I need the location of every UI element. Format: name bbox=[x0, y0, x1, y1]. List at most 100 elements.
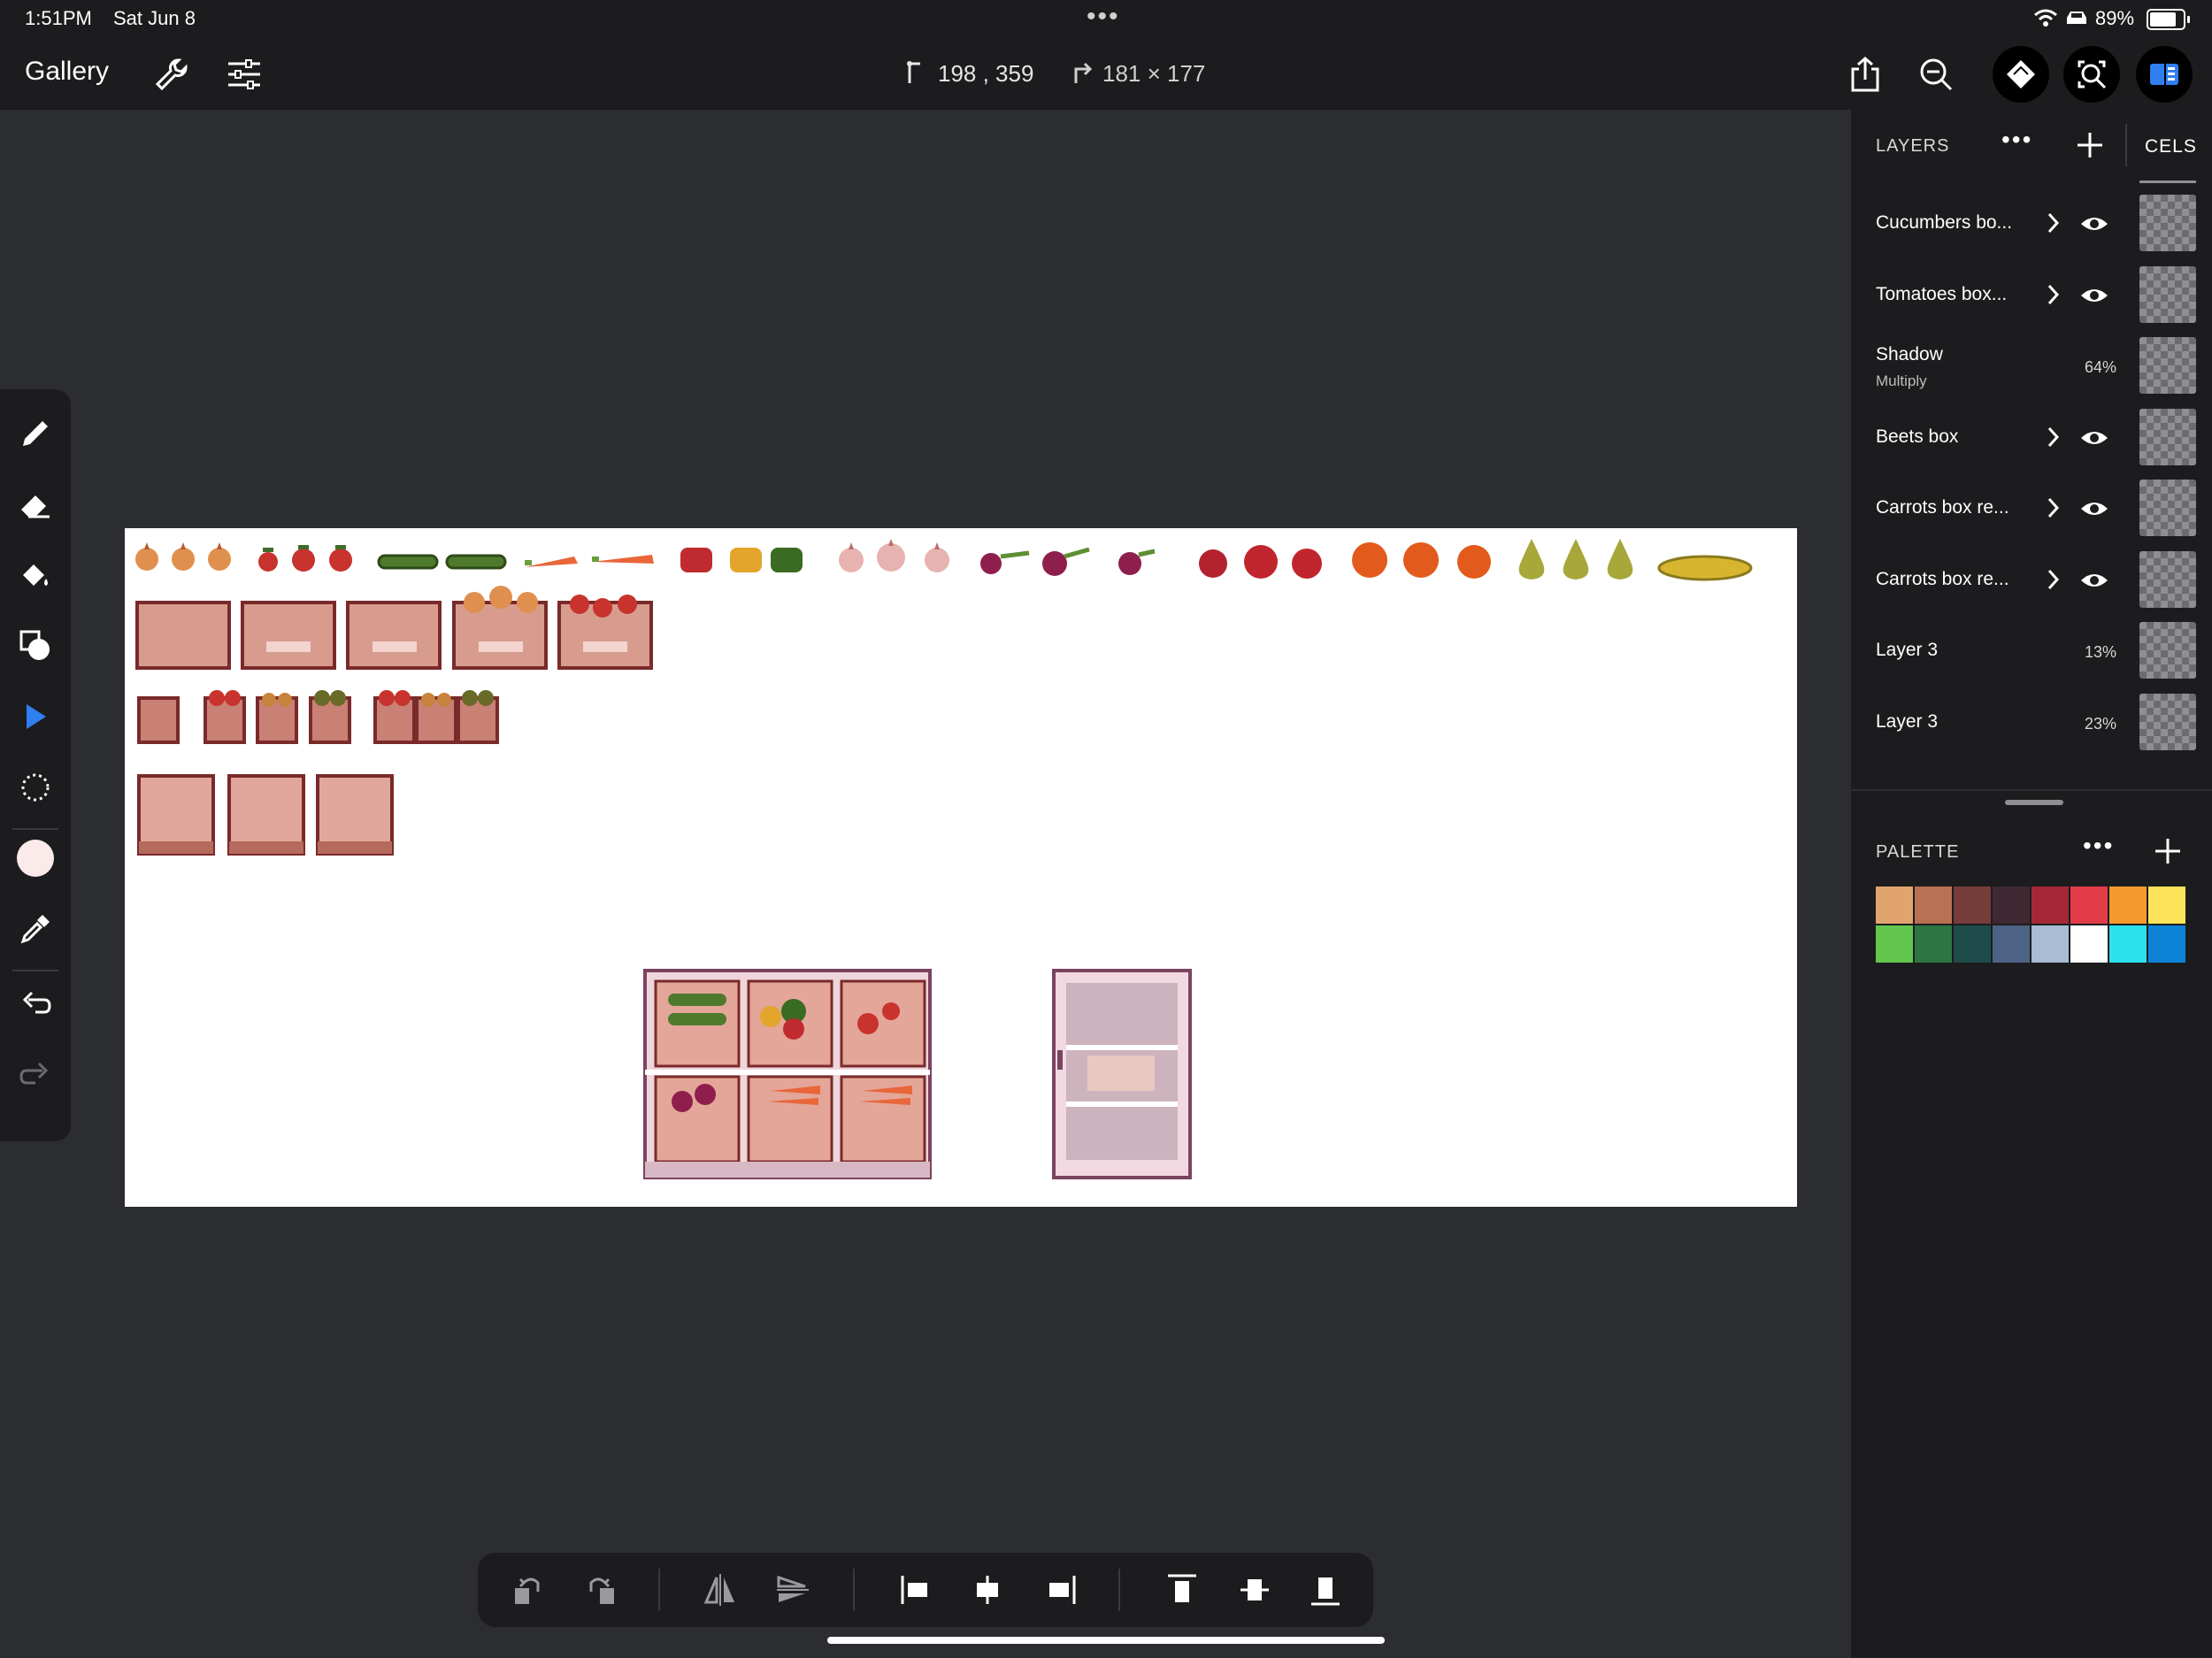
home-indicator[interactable] bbox=[827, 1637, 1385, 1644]
pencil-tool[interactable] bbox=[14, 412, 57, 455]
layer-row[interactable]: Layer 3 13% bbox=[1851, 617, 2212, 687]
share-icon[interactable] bbox=[1846, 55, 1885, 94]
eye-icon[interactable] bbox=[2079, 499, 2109, 518]
layer-opacity: 13% bbox=[2084, 643, 2116, 661]
eye-icon[interactable] bbox=[2079, 571, 2109, 590]
palette-more-icon[interactable]: ••• bbox=[2083, 832, 2114, 860]
chevron-right-icon[interactable] bbox=[2044, 209, 2062, 237]
wrench-icon[interactable] bbox=[152, 55, 191, 94]
color-picker-button[interactable] bbox=[14, 837, 57, 879]
pepper-sprites bbox=[680, 548, 803, 572]
palette-swatch[interactable] bbox=[2070, 887, 2108, 924]
palette-swatch[interactable] bbox=[1876, 887, 1913, 924]
cels-tab[interactable]: CELS bbox=[2145, 136, 2197, 157]
layer-row[interactable]: Beets box bbox=[1851, 403, 2212, 474]
eye-icon[interactable] bbox=[2079, 428, 2109, 448]
chevron-right-icon[interactable] bbox=[2044, 280, 2062, 309]
layer-thumbnail[interactable] bbox=[2139, 480, 2196, 536]
multitasking-dots-icon[interactable]: ••• bbox=[1087, 2, 1120, 32]
palette-swatch[interactable] bbox=[1954, 887, 1991, 924]
move-select-tool[interactable] bbox=[14, 695, 57, 738]
eyedropper-tool[interactable] bbox=[14, 908, 57, 950]
wifi-icon bbox=[2034, 9, 2057, 27]
palette-swatch[interactable] bbox=[2032, 887, 2069, 924]
reference-view-button[interactable] bbox=[2063, 46, 2120, 103]
layer-thumbnail[interactable] bbox=[2139, 265, 2196, 323]
car-icon bbox=[2067, 12, 2086, 24]
eye-icon[interactable] bbox=[2079, 214, 2109, 234]
chevron-right-icon[interactable] bbox=[2044, 423, 2062, 451]
palette-swatch[interactable] bbox=[2109, 887, 2147, 924]
panel-toggle-button[interactable] bbox=[2136, 46, 2193, 103]
palette-swatch[interactable] bbox=[1993, 925, 2030, 963]
align-center-horizontal-icon[interactable] bbox=[968, 1570, 1007, 1609]
layer-blend-mode: Multiply bbox=[1876, 372, 1927, 389]
fill-bucket-icon bbox=[23, 564, 48, 586]
palette-swatch[interactable] bbox=[1915, 925, 1952, 963]
status-date: Sat Jun 8 bbox=[113, 7, 196, 29]
layer-row[interactable]: Tomatoes box... bbox=[1851, 261, 2212, 332]
layer-thumbnail[interactable] bbox=[2139, 337, 2196, 394]
layer-row[interactable]: Cucumbers bo... bbox=[1851, 189, 2212, 260]
align-bottom-icon[interactable] bbox=[1306, 1570, 1345, 1609]
palette-swatch[interactable] bbox=[1876, 925, 1913, 963]
undo-button[interactable] bbox=[14, 979, 57, 1021]
redo-button[interactable] bbox=[14, 1049, 57, 1092]
fill-tool[interactable] bbox=[14, 554, 57, 596]
rotate-right-icon[interactable] bbox=[580, 1570, 619, 1609]
rotate-left-icon[interactable] bbox=[510, 1570, 549, 1609]
layer-row[interactable]: Carrots box re... bbox=[1851, 546, 2212, 617]
palette-swatch[interactable] bbox=[2148, 925, 2185, 963]
layer-name: Tomatoes box... bbox=[1876, 283, 2008, 304]
palette-swatch[interactable] bbox=[2148, 887, 2185, 924]
layer-opacity: 23% bbox=[2084, 714, 2116, 733]
layers-more-icon[interactable]: ••• bbox=[2001, 126, 2032, 154]
align-right-icon[interactable] bbox=[1041, 1570, 1079, 1609]
zoom-out-icon[interactable] bbox=[1916, 55, 1955, 94]
eye-icon[interactable] bbox=[2079, 286, 2109, 305]
layer-name: Layer 3 bbox=[1876, 710, 1939, 732]
transform-toolbar bbox=[478, 1553, 1373, 1627]
add-color-icon[interactable] bbox=[2152, 835, 2184, 867]
palette-swatch[interactable] bbox=[2109, 925, 2147, 963]
size-readout: 181 × 177 bbox=[1102, 60, 1206, 87]
align-left-icon[interactable] bbox=[897, 1570, 936, 1609]
layer-row[interactable]: Layer 3 23% bbox=[1851, 688, 2212, 759]
eraser-tool[interactable] bbox=[14, 483, 57, 526]
chevron-right-icon[interactable] bbox=[2044, 565, 2062, 594]
layer-row[interactable]: Carrots box re... bbox=[1851, 474, 2212, 545]
palette-swatch[interactable] bbox=[1993, 887, 2030, 924]
palette-swatch[interactable] bbox=[1915, 887, 1952, 924]
layer-row[interactable]: Shadow Multiply 64% bbox=[1851, 332, 2212, 403]
current-color-swatch bbox=[17, 840, 54, 877]
layer-thumbnail[interactable] bbox=[2139, 693, 2196, 750]
shape-tool[interactable] bbox=[14, 625, 57, 667]
adjustments-icon[interactable] bbox=[225, 55, 264, 94]
cucumber-sprites bbox=[377, 554, 507, 570]
align-center-vertical-icon[interactable] bbox=[1235, 1570, 1274, 1609]
pear-sprites bbox=[1518, 539, 1633, 580]
layer-thumbnail[interactable] bbox=[2139, 550, 2196, 608]
layer-thumbnail[interactable] bbox=[2139, 622, 2196, 679]
layer-thumbnail[interactable] bbox=[2139, 195, 2196, 251]
selection-mode-button[interactable] bbox=[1993, 46, 2049, 103]
chevron-right-icon[interactable] bbox=[2044, 494, 2062, 522]
diamond-icon bbox=[2007, 60, 2035, 88]
flip-vertical-icon[interactable] bbox=[773, 1570, 812, 1609]
flip-horizontal-icon[interactable] bbox=[701, 1570, 740, 1609]
battery-percent: 89% bbox=[2095, 7, 2135, 29]
undo-icon bbox=[22, 991, 51, 1014]
drawing-canvas[interactable] bbox=[125, 528, 1797, 1207]
palette-swatch[interactable] bbox=[2070, 925, 2108, 963]
panel-resize-handle[interactable] bbox=[2005, 800, 2063, 805]
move-select-icon bbox=[27, 704, 46, 729]
align-top-icon[interactable] bbox=[1163, 1570, 1202, 1609]
lasso-tool[interactable] bbox=[14, 766, 57, 809]
layer-thumbnail[interactable] bbox=[2139, 408, 2196, 465]
palette-swatch[interactable] bbox=[2032, 925, 2069, 963]
layers-title: LAYERS bbox=[1876, 136, 1950, 156]
palette-swatch[interactable] bbox=[1954, 925, 1991, 963]
add-layer-icon[interactable] bbox=[2074, 129, 2106, 161]
battery-icon bbox=[2147, 9, 2190, 30]
gallery-button[interactable]: Gallery bbox=[25, 57, 109, 87]
